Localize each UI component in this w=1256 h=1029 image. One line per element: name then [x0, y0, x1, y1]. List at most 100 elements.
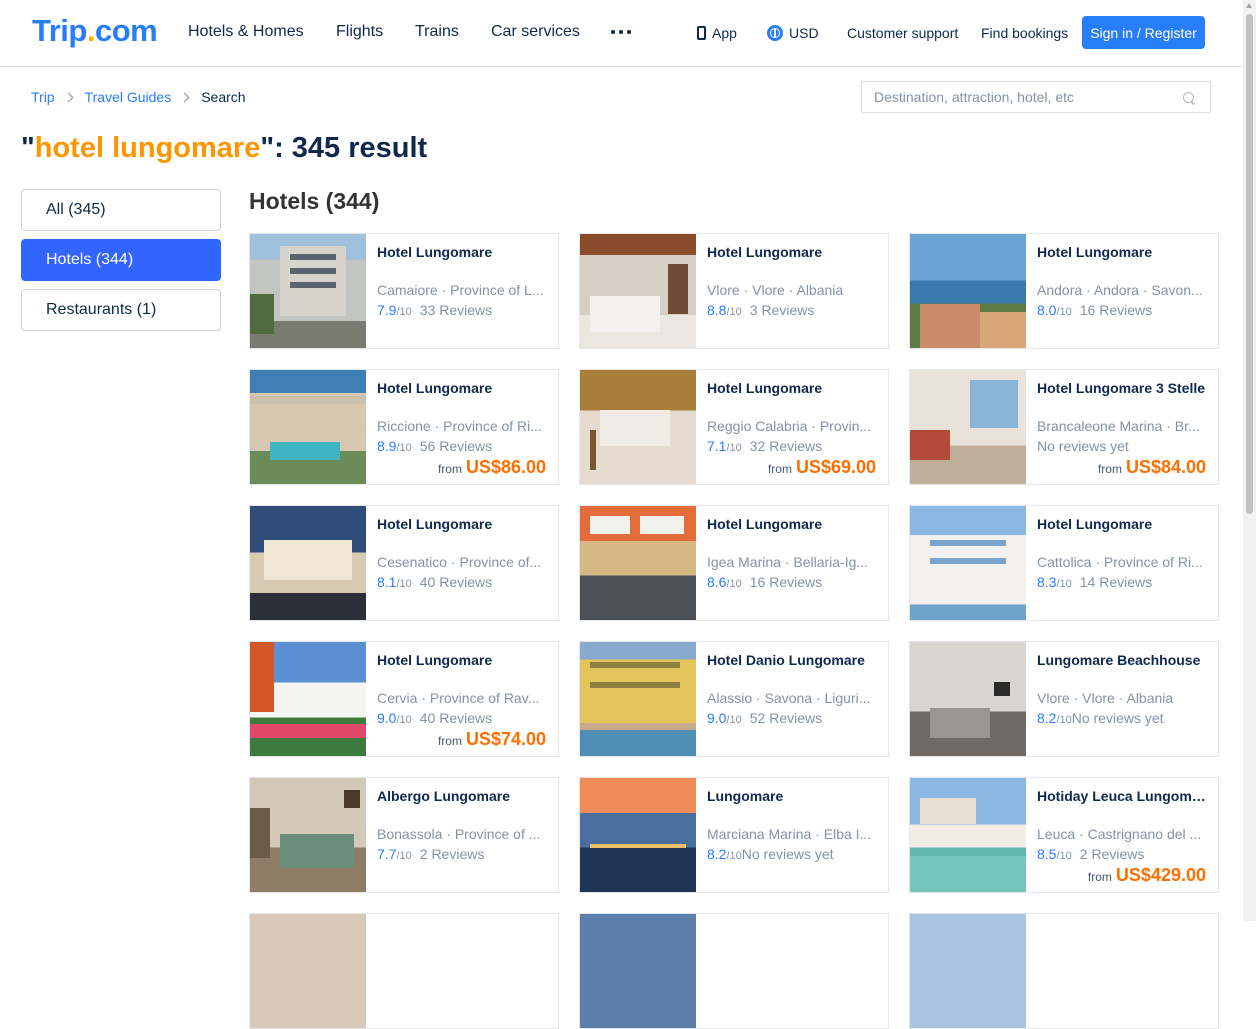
nav-flights[interactable]: Flights: [336, 22, 383, 42]
rating-score: 8.1: [377, 574, 397, 590]
hotel-name[interactable]: Hotel Lungomare: [1037, 516, 1209, 533]
hotel-photo[interactable]: [250, 234, 366, 348]
hotel-location: Cesenatico · Province of...: [377, 554, 542, 570]
hotel-name[interactable]: Hotel Danio Lungomare: [707, 652, 879, 669]
review-count: 52 Reviews: [749, 710, 823, 726]
search-icon[interactable]: [1183, 92, 1194, 103]
rating-scale: /10: [1056, 714, 1072, 726]
hotel-photo[interactable]: [580, 506, 696, 620]
hotel-photo[interactable]: [580, 778, 696, 892]
hotel-photo[interactable]: [910, 506, 1026, 620]
hotel-card[interactable]: Hotel Danio Lungomare Alassio · Savona · …: [579, 641, 889, 757]
hotel-name[interactable]: Hotel Lungomare: [377, 652, 549, 669]
sign-in-register-button[interactable]: Sign in / Register: [1082, 16, 1205, 49]
search-input[interactable]: [862, 82, 1196, 112]
hotel-card[interactable]: Lungomare Beachhouse Vlore · Vlore · Alba…: [909, 641, 1219, 757]
hotel-photo[interactable]: [580, 914, 696, 1028]
hotel-card[interactable]: Hotel Lungomare Cesenatico · Province of.…: [249, 505, 559, 621]
hotel-name[interactable]: Hotel Lungomare 3 Stelle: [1037, 380, 1209, 397]
hotel-card[interactable]: Hotel Lungomare Riccione · Province of Ri…: [249, 369, 559, 485]
nav-car-services[interactable]: Car services: [491, 22, 580, 42]
hotel-name[interactable]: Albergo Lungomare: [377, 788, 549, 805]
hotel-name[interactable]: Lungomare Beachhouse: [1037, 652, 1209, 669]
hotel-name[interactable]: Hotel Lungomare: [707, 244, 879, 261]
logo-dot-text: .: [86, 13, 96, 48]
hotel-name[interactable]: Hotiday Leuca Lungomare: [1037, 788, 1209, 805]
hotel-photo[interactable]: [910, 914, 1026, 1028]
review-count: No reviews yet: [1037, 438, 1129, 454]
hotel-location: Igea Marina · Bellaria-Ig...: [707, 554, 869, 570]
scroll-up-arrow-icon[interactable]: [1246, 3, 1252, 8]
page-scrollbar[interactable]: [1243, 0, 1256, 921]
hotel-card[interactable]: Hotiday Leuca Lungomare Leuca · Castrigna…: [909, 777, 1219, 893]
filter-all[interactable]: All (345): [21, 189, 221, 231]
hotel-photo[interactable]: [910, 234, 1026, 348]
rating-score: 8.2: [707, 846, 727, 862]
rating-scale: /10: [396, 850, 412, 862]
app-link[interactable]: App: [697, 24, 737, 42]
trip-logo[interactable]: Trip.com: [32, 13, 158, 48]
result-count-text: ": 345 result: [260, 132, 428, 164]
hotel-location: Camaiore · Province of L...: [377, 282, 544, 298]
filter-hotels[interactable]: Hotels (344): [21, 239, 221, 281]
scrollbar-thumb[interactable]: [1246, 14, 1253, 514]
hotel-photo[interactable]: [250, 914, 366, 1028]
nav-hotels-homes[interactable]: Hotels & Homes: [188, 22, 304, 42]
hotel-card[interactable]: Albergo Lungomare Bonassola · Province of…: [249, 777, 559, 893]
hotel-photo[interactable]: [580, 234, 696, 348]
hotel-card[interactable]: Hotel Lungomare Cervia · Province of Rav.…: [249, 641, 559, 757]
find-bookings-link[interactable]: Find bookings: [981, 24, 1068, 42]
filter-restaurants[interactable]: Restaurants (1): [21, 289, 221, 331]
rating-score: 7.9: [377, 302, 397, 318]
hotel-price: from US$429.00: [1088, 864, 1206, 888]
rating-score: 8.5: [1037, 846, 1057, 862]
hotel-card[interactable]: Hotel Lungomare Igea Marina · Bellaria-Ig…: [579, 505, 889, 621]
review-count: 2 Reviews: [419, 846, 485, 862]
hotel-rating: 9.0/10 40 Reviews: [377, 710, 492, 729]
breadcrumb-trip[interactable]: Trip: [31, 89, 55, 105]
hotel-card[interactable]: [579, 913, 889, 1029]
hotel-name[interactable]: Hotel Lungomare: [377, 380, 549, 397]
hotel-name[interactable]: Hotel Lungomare: [377, 244, 549, 261]
globe-icon: [767, 25, 783, 41]
hotel-photo[interactable]: [250, 370, 366, 484]
rating-scale: /10: [1056, 850, 1072, 862]
hotel-card[interactable]: Hotel Lungomare 3 Stelle Brancaleone Mari…: [909, 369, 1219, 485]
breadcrumb: Trip Travel Guides Search: [31, 89, 246, 105]
rating-scale: /10: [726, 850, 742, 862]
hotel-card[interactable]: [909, 913, 1219, 1029]
hotel-name[interactable]: Hotel Lungomare: [707, 516, 879, 533]
hotel-card[interactable]: Hotel Lungomare Vlore · Vlore · Albania 8.…: [579, 233, 889, 349]
hotel-card[interactable]: Lungomare Marciana Marina · Elba I... 8.2/…: [579, 777, 889, 893]
hotel-name[interactable]: Hotel Lungomare: [707, 380, 879, 397]
rating-score: 9.0: [707, 710, 727, 726]
hotel-photo[interactable]: [250, 642, 366, 756]
hotel-card[interactable]: Hotel Lungomare Camaiore · Province of L.…: [249, 233, 559, 349]
hotel-photo[interactable]: [910, 778, 1026, 892]
hotel-card[interactable]: Hotel Lungomare Andora · Andora · Savon..…: [909, 233, 1219, 349]
hotel-photo[interactable]: [910, 642, 1026, 756]
hotel-card[interactable]: [249, 913, 559, 1029]
hotel-location: Bonassola · Province of ...: [377, 826, 541, 842]
hotel-photo[interactable]: [910, 370, 1026, 484]
breadcrumb-travel-guides[interactable]: Travel Guides: [85, 89, 172, 105]
hotel-name[interactable]: Hotel Lungomare: [377, 516, 549, 533]
rating-scale: /10: [1056, 578, 1072, 590]
currency-selector[interactable]: USD: [767, 24, 819, 42]
hotel-photo[interactable]: [580, 370, 696, 484]
hotel-card[interactable]: Hotel Lungomare Reggio Calabria · Provin.…: [579, 369, 889, 485]
hotel-photo[interactable]: [250, 778, 366, 892]
hotel-photo[interactable]: [250, 506, 366, 620]
currency-label: USD: [789, 25, 819, 41]
hotel-name[interactable]: Hotel Lungomare: [1037, 244, 1209, 261]
rating-score: 8.8: [707, 302, 727, 318]
more-dots-icon[interactable]: [611, 30, 631, 34]
price-from-label: from: [437, 462, 462, 476]
hotel-card[interactable]: Hotel Lungomare Cattolica · Province of R…: [909, 505, 1219, 621]
hotel-photo[interactable]: [580, 642, 696, 756]
price-amount: US$69.00: [795, 457, 876, 477]
review-count: 2 Reviews: [1079, 846, 1145, 862]
hotel-name[interactable]: Lungomare: [707, 788, 879, 805]
customer-support-link[interactable]: Customer support: [847, 24, 958, 42]
nav-trains[interactable]: Trains: [415, 22, 459, 42]
